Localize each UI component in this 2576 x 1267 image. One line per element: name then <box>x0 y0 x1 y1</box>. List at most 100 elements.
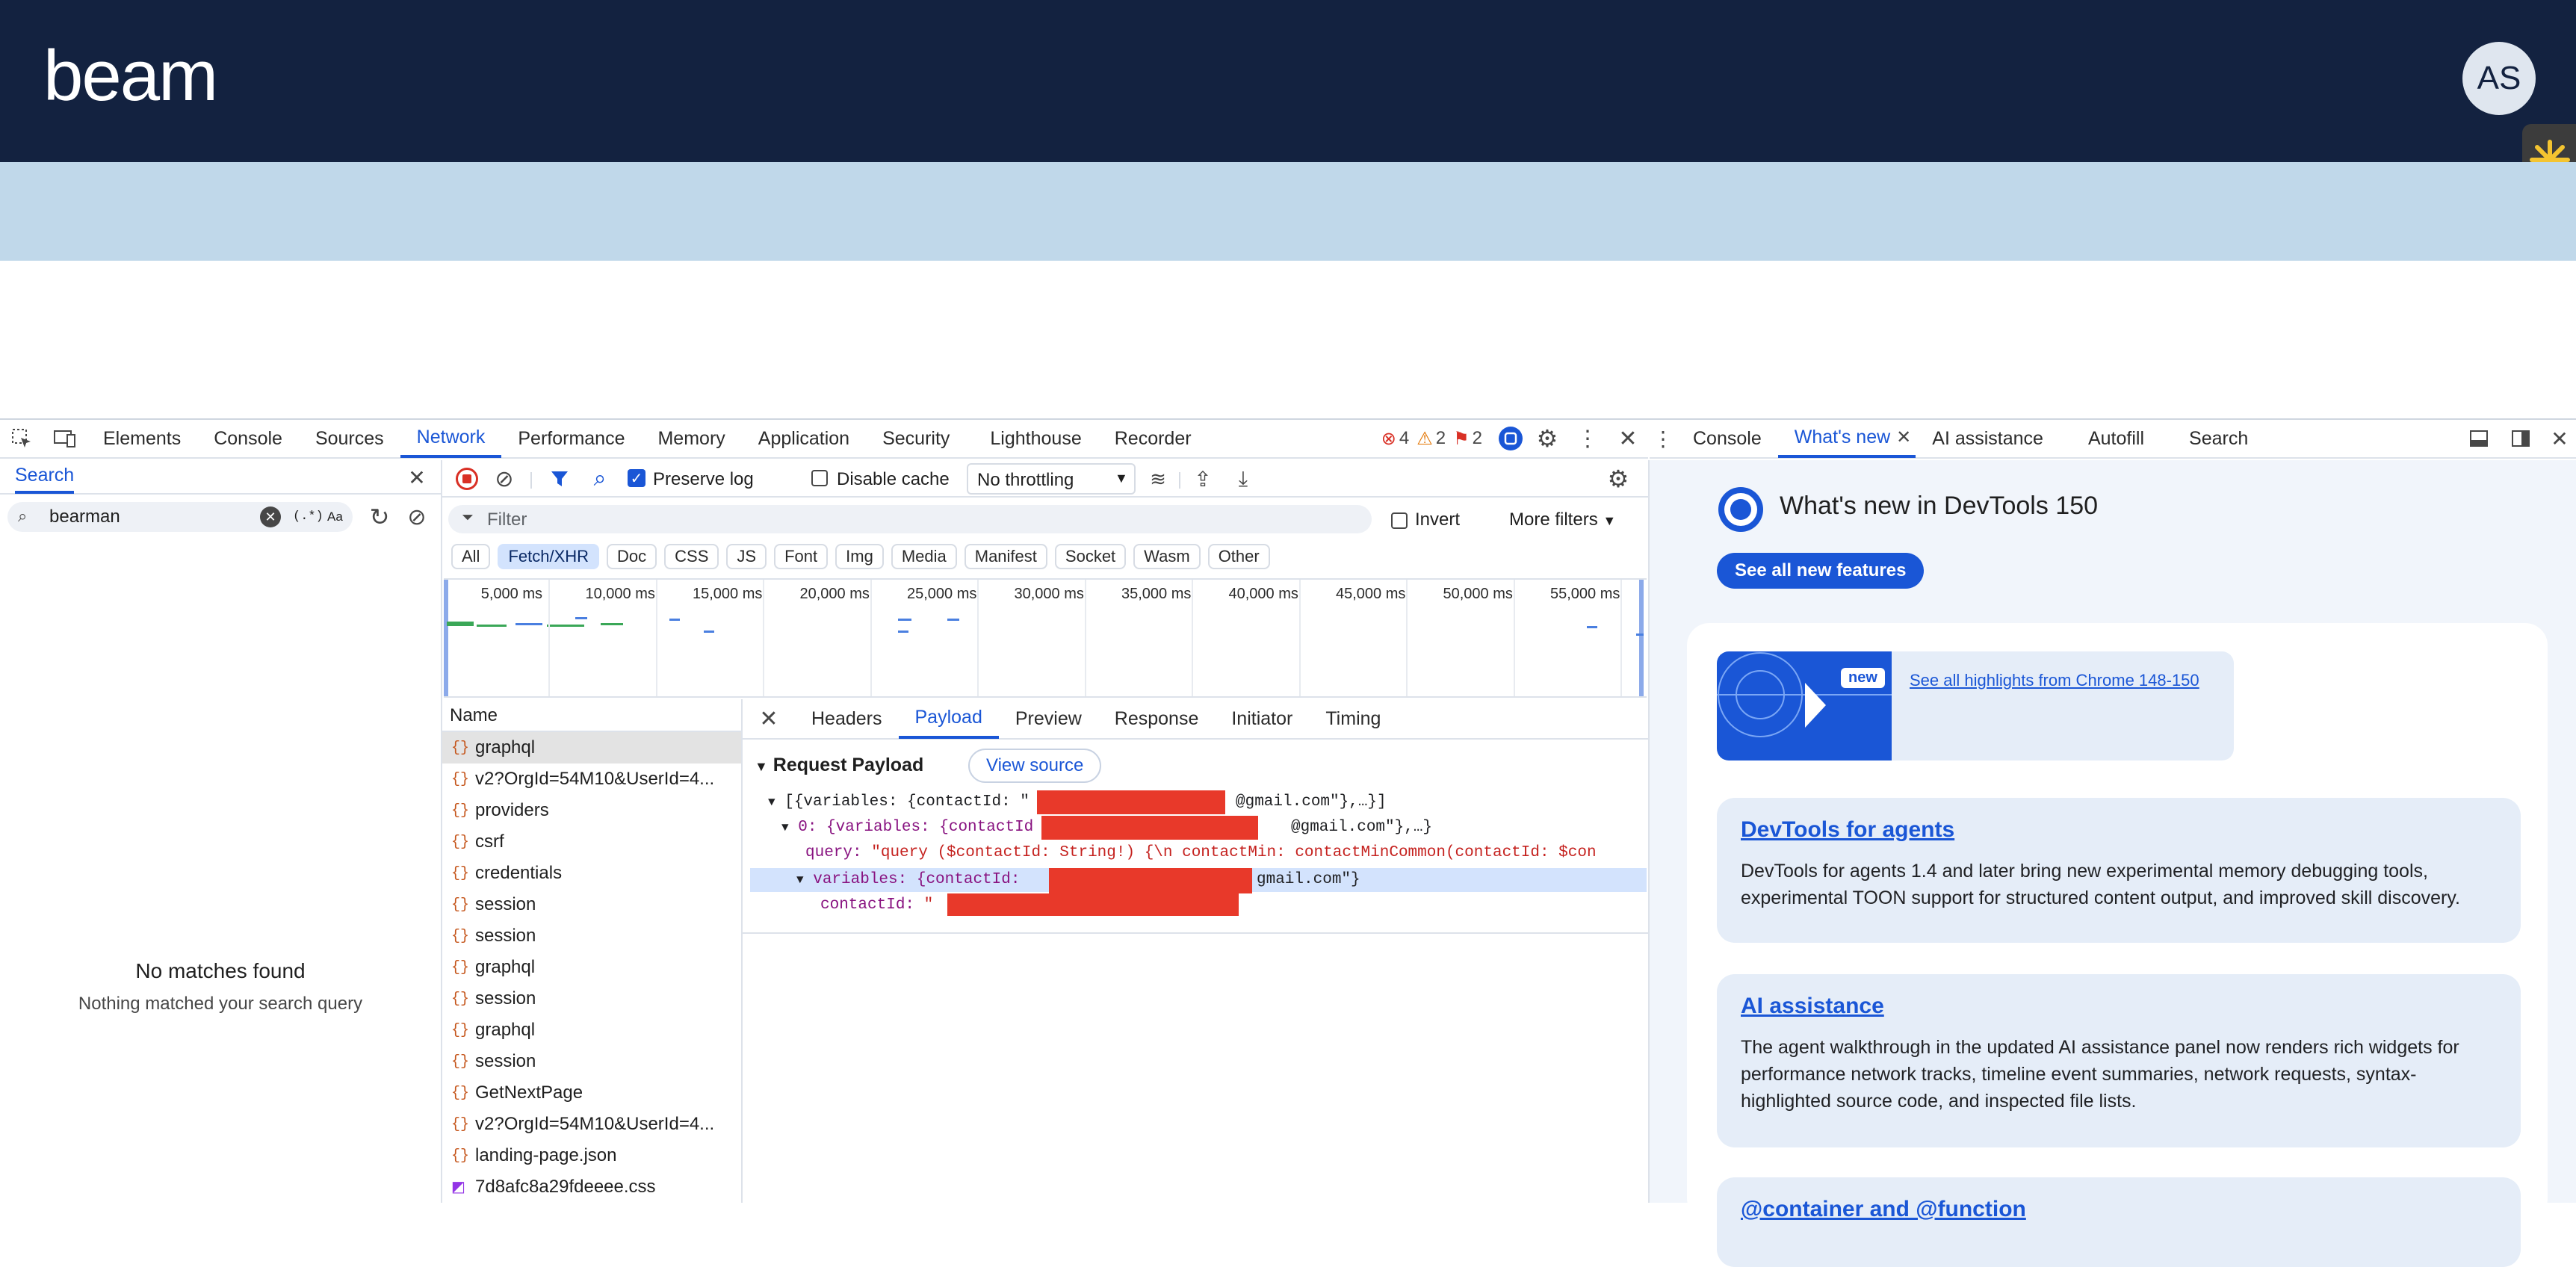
tab-sources[interactable]: Sources <box>299 419 400 458</box>
tab-security[interactable]: Security <box>866 419 966 458</box>
request-row[interactable]: {} graphql <box>442 732 741 763</box>
drawer-more-icon[interactable]: ⋮ <box>1650 427 1676 451</box>
match-case-toggle[interactable]: Aa <box>327 509 343 524</box>
close-search-icon[interactable]: ✕ <box>402 463 432 492</box>
invert-checkbox[interactable] <box>1391 512 1408 529</box>
search-pane-title[interactable]: Search <box>15 465 75 494</box>
request-row[interactable]: {} v2?OrgId=54M10&UserId=4... <box>442 1109 741 1140</box>
issues-counter[interactable]: ⊗ 4 ⚠ 2 ⚑ 2 <box>1381 428 1482 450</box>
tab-memory[interactable]: Memory <box>641 419 741 458</box>
filter-other[interactable]: Other <box>1207 544 1270 569</box>
ai-agent-icon[interactable] <box>1494 426 1527 451</box>
payload-variables-line[interactable]: ▼ variables: {contactId: <box>796 871 1020 888</box>
request-row[interactable]: {} graphql <box>442 952 741 983</box>
more-options-icon[interactable]: ⋮ <box>1567 426 1608 452</box>
tab-lighthouse[interactable]: Lighthouse <box>966 419 1097 458</box>
filter-funnel-icon[interactable] <box>547 466 572 492</box>
record-stop-icon[interactable] <box>456 468 478 490</box>
close-tab-icon[interactable]: ✕ <box>1896 427 1911 448</box>
dock-side-icon[interactable] <box>2500 429 2542 448</box>
request-payload-header[interactable]: ▼ Request Payload <box>755 755 923 776</box>
drawer-tab-ai-assistance[interactable]: AI assistance <box>1916 419 2060 458</box>
timeline-left-handle[interactable] <box>444 580 448 696</box>
network-overview-timeline[interactable]: 5,000 ms 10,000 ms 15,000 ms 20,000 ms 25,00… <box>444 578 1647 698</box>
request-row[interactable]: {} landing-page.json <box>442 1140 741 1171</box>
drawer-tab-search[interactable]: Search <box>2161 419 2264 458</box>
dock-bottom-icon[interactable] <box>2458 429 2500 448</box>
import-har-icon[interactable]: ⇪ <box>1189 466 1216 492</box>
filter-img[interactable]: Img <box>835 544 884 569</box>
tab-network[interactable]: Network <box>400 419 502 458</box>
tab-response[interactable]: Response <box>1098 699 1216 739</box>
request-row[interactable]: {} credentials <box>442 858 741 889</box>
tab-application[interactable]: Application <box>742 419 866 458</box>
drawer-tab-whats-new[interactable]: What's new ✕ <box>1777 419 1916 458</box>
filter-manifest[interactable]: Manifest <box>964 544 1047 569</box>
highlights-banner[interactable]: new See all highlights from Chrome 148-1… <box>1717 651 2234 760</box>
tab-timing[interactable]: Timing <box>1309 699 1397 739</box>
export-har-icon[interactable]: ⤓ <box>1230 466 1257 492</box>
inspect-element-icon[interactable] <box>0 419 43 458</box>
request-row[interactable]: {} session <box>442 889 741 920</box>
highlights-link[interactable]: See all highlights from Chrome 148-150 <box>1910 671 2199 690</box>
request-row[interactable]: {} session <box>442 983 741 1014</box>
tab-elements[interactable]: Elements <box>87 419 197 458</box>
close-drawer-icon[interactable]: ✕ <box>2542 427 2576 451</box>
filter-all[interactable]: All <box>451 544 491 569</box>
request-row[interactable]: {} graphql <box>442 1014 741 1046</box>
device-toolbar-icon[interactable] <box>43 419 87 458</box>
drawer-tab-console[interactable]: Console <box>1676 419 1778 458</box>
disable-cache-checkbox[interactable] <box>811 470 828 486</box>
name-column-header[interactable]: Name <box>442 699 741 732</box>
refresh-icon[interactable]: ↻ <box>365 502 394 532</box>
clear-results-icon[interactable]: ⊘ <box>402 502 432 532</box>
view-source-button[interactable]: View source <box>968 749 1102 783</box>
card-title-link[interactable]: @container and @function <box>1741 1197 2026 1222</box>
tab-headers[interactable]: Headers <box>795 699 899 739</box>
network-settings-icon[interactable]: ⚙ <box>1603 465 1633 492</box>
see-all-features-button[interactable]: See all new features <box>1717 553 1925 589</box>
user-avatar[interactable]: AS <box>2462 42 2536 115</box>
tab-console[interactable]: Console <box>197 419 299 458</box>
filter-socket[interactable]: Socket <box>1054 544 1127 569</box>
tab-preview[interactable]: Preview <box>999 699 1098 739</box>
search-network-icon[interactable]: ⌕ <box>587 466 613 492</box>
filter-input[interactable]: ⏷ Filter <box>448 505 1372 533</box>
beam-logo[interactable]: beam <box>43 31 218 121</box>
filter-wasm[interactable]: Wasm <box>1133 544 1201 569</box>
more-filters-button[interactable]: More filters ▼ <box>1509 509 1616 530</box>
settings-gear-icon[interactable]: ⚙ <box>1527 424 1567 453</box>
payload-root-line[interactable]: ▼ [{variables: {contactId: " <box>768 793 1030 811</box>
request-row[interactable]: {} session <box>442 920 741 952</box>
search-input[interactable]: ⌕ bearman ✕ (.*) Aa <box>7 502 353 532</box>
throttling-select[interactable]: No throttling ▼ <box>967 463 1136 495</box>
request-row[interactable]: {} providers <box>442 795 741 826</box>
filter-media[interactable]: Media <box>891 544 957 569</box>
drawer-tab-autofill[interactable]: Autofill <box>2060 419 2161 458</box>
tab-performance[interactable]: Performance <box>501 419 641 458</box>
tab-recorder[interactable]: Recorder <box>1098 419 1208 458</box>
regex-toggle[interactable]: (.*) <box>293 509 323 524</box>
card-title-link[interactable]: AI assistance <box>1741 994 1884 1019</box>
payload-item-line[interactable]: ▼ 0: {variables: {contactId <box>781 819 1033 836</box>
tab-payload[interactable]: Payload <box>898 699 999 739</box>
network-conditions-icon[interactable]: ≋ <box>1145 466 1171 492</box>
filter-doc[interactable]: Doc <box>607 544 657 569</box>
filter-js[interactable]: JS <box>726 544 767 569</box>
request-row[interactable]: {} GetNextPage <box>442 1077 741 1109</box>
close-detail-icon[interactable]: ✕ <box>743 706 795 732</box>
preserve-log-checkbox[interactable]: ✓ <box>628 469 645 487</box>
clear-search-icon[interactable]: ✕ <box>260 507 281 527</box>
request-row[interactable]: ◩ 7d8afc8a29fdeeee.css <box>442 1171 741 1203</box>
tab-initiator[interactable]: Initiator <box>1215 699 1309 739</box>
close-devtools-icon[interactable]: ✕ <box>1608 426 1648 452</box>
request-row[interactable]: {} session <box>442 1046 741 1077</box>
filter-font[interactable]: Font <box>774 544 829 569</box>
request-row[interactable]: {} v2?OrgId=54M10&UserId=4... <box>442 763 741 795</box>
filter-fetch-xhr[interactable]: Fetch/XHR <box>498 544 600 569</box>
timeline-right-handle[interactable] <box>1639 580 1644 696</box>
filter-css[interactable]: CSS <box>664 544 719 569</box>
request-row[interactable]: {} csrf <box>442 826 741 858</box>
card-title-link[interactable]: DevTools for agents <box>1741 817 1954 843</box>
clear-log-icon[interactable]: ⊘ <box>492 466 517 492</box>
